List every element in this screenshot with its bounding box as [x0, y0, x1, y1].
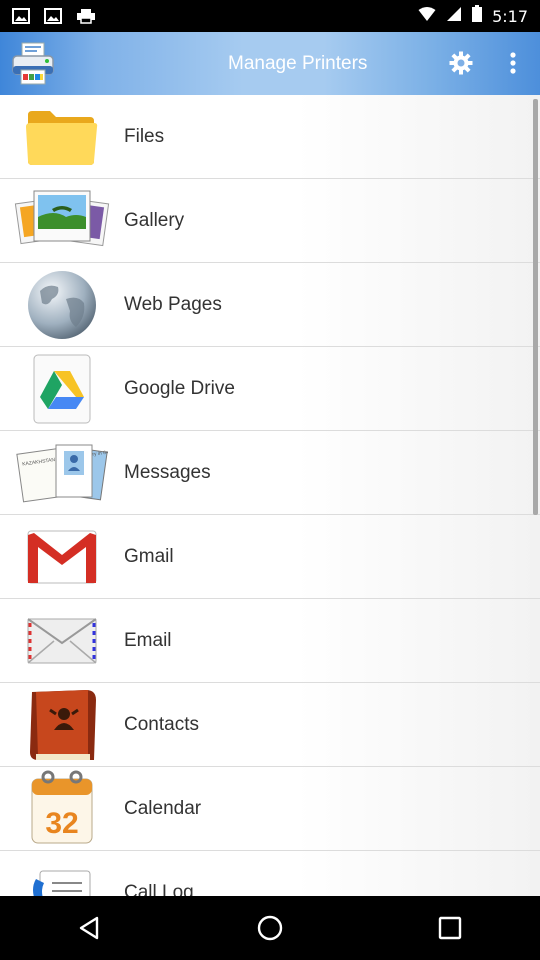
list-item-calendar[interactable]: 32 Calendar: [0, 767, 540, 851]
list-item-label: Email: [124, 630, 172, 651]
status-bar: 5:17: [0, 0, 540, 32]
signal-icon: [446, 6, 462, 27]
list-item-email[interactable]: Email: [0, 599, 540, 683]
contacts-book-icon: [14, 689, 110, 761]
messages-icon: KAZAKHSTAN is the best country in the wo…: [14, 437, 110, 509]
list-item-label: Contacts: [124, 714, 199, 735]
list-item-contacts[interactable]: Contacts: [0, 683, 540, 767]
image-notification-icon: [12, 8, 30, 24]
calendar-day: 32: [45, 807, 78, 840]
list-item-label: Messages: [124, 462, 211, 483]
list-item-gmail[interactable]: Gmail: [0, 515, 540, 599]
list-item-label: Call Log: [124, 882, 194, 896]
gmail-icon: [14, 521, 110, 593]
wifi-icon: [418, 6, 436, 27]
gear-icon[interactable]: [444, 46, 478, 80]
list-item-google-drive[interactable]: Google Drive: [0, 347, 540, 431]
globe-icon: [14, 269, 110, 341]
list-item-label: Google Drive: [124, 378, 235, 399]
list-item-label: Gallery: [124, 210, 185, 231]
page-title: Manage Printers: [228, 53, 368, 74]
printer-icon[interactable]: [9, 40, 57, 88]
printer-notification-icon: [76, 8, 95, 24]
scrollbar[interactable]: [533, 99, 538, 515]
list-item-label: Files: [124, 126, 165, 147]
envelope-icon: [14, 605, 110, 677]
folder-icon: [14, 101, 110, 173]
photos-icon: [14, 185, 110, 257]
image-notification-icon: [44, 8, 62, 24]
system-nav-bar: [0, 896, 540, 960]
app-bar: Manage Printers: [0, 32, 540, 95]
status-time: 5:17: [492, 6, 528, 26]
list-item-label: Web Pages: [124, 294, 222, 315]
source-list: Files Gallery Web Pages Google Drive KAZ…: [0, 95, 540, 896]
battery-icon: [472, 5, 483, 27]
list-item-files[interactable]: Files: [0, 95, 540, 179]
list-item-call-log[interactable]: Call Log: [0, 851, 540, 896]
list-item-web-pages[interactable]: Web Pages: [0, 263, 540, 347]
back-icon[interactable]: [60, 898, 120, 958]
notification-icons: [0, 8, 95, 24]
list-item-label: Gmail: [124, 546, 174, 567]
google-drive-icon: [14, 353, 110, 425]
list-item-gallery[interactable]: Gallery: [0, 179, 540, 263]
list-item-label: Calendar: [124, 798, 202, 819]
home-icon[interactable]: [240, 898, 300, 958]
list-item-messages[interactable]: KAZAKHSTAN is the best country in the wo…: [0, 431, 540, 515]
call-log-icon: [14, 857, 110, 896]
calendar-icon: 32: [14, 770, 110, 845]
more-vert-icon[interactable]: [498, 46, 528, 80]
recents-icon[interactable]: [420, 898, 480, 958]
